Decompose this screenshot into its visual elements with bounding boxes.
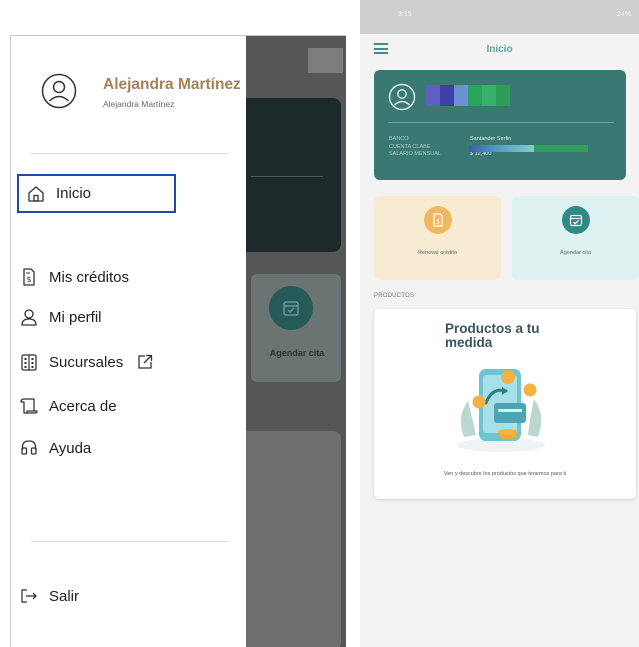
phone-payment-illustration xyxy=(446,357,556,455)
background-tile-label: Agendar cita xyxy=(269,348,325,358)
nav-item-inicio[interactable]: Inicio xyxy=(17,174,176,213)
nav-item-mis-creditos[interactable]: $ Mis créditos xyxy=(18,263,129,291)
nav-item-mi-perfil[interactable]: Mi perfil xyxy=(18,303,102,331)
nav-item-label: Inicio xyxy=(56,185,92,202)
logout-icon xyxy=(18,585,40,607)
nav-item-label: Mis créditos xyxy=(49,268,130,286)
renew-credit-button[interactable]: $ Renovar crédito xyxy=(374,196,501,280)
home-screen: 3:15 24% Inicio BANCO CUENTA CLABE SALAR… xyxy=(360,0,639,647)
avatar-icon xyxy=(41,73,77,109)
user-subtitle: Alejandra Martínez xyxy=(103,99,175,109)
renew-document-icon: $ xyxy=(423,206,452,234)
headset-icon xyxy=(18,437,40,459)
footer-divider xyxy=(31,541,229,542)
page-title: Inicio xyxy=(486,44,513,55)
nav-item-ayuda[interactable]: Ayuda xyxy=(18,434,91,462)
avatar-icon xyxy=(388,83,416,111)
nav-item-label: Ayuda xyxy=(49,439,92,457)
redacted-clabe-2 xyxy=(534,145,588,152)
calendar-icon xyxy=(561,206,590,234)
product-card[interactable]: Productos a tu medida Ven y descubre los… xyxy=(374,309,636,499)
scroll-icon xyxy=(18,395,40,417)
nav-item-sucursales[interactable]: Sucursales xyxy=(18,348,153,376)
battery-level: 24% xyxy=(616,11,631,18)
nav-item-acerca-de[interactable]: Acerca de xyxy=(18,392,117,420)
salary-label: SALARIO MENSUAL xyxy=(389,151,441,157)
nav-item-label: Mi perfil xyxy=(49,308,102,326)
redacted-name xyxy=(426,85,510,106)
section-title: PRODUCTOS xyxy=(374,293,415,299)
external-link-icon xyxy=(137,354,153,370)
background-card-divider xyxy=(251,176,323,177)
drawer-screen: Agendar cita Alejandra Martínez Alejandr… xyxy=(10,35,346,647)
account-card: BANCO CUENTA CLABE SALARIO MENSUAL Santa… xyxy=(374,70,626,180)
status-time: 3:15 xyxy=(398,11,412,18)
product-subtitle: Ven y descubre los productos que tenemos… xyxy=(443,471,567,477)
header-divider xyxy=(31,153,229,154)
account-labels: BANCO CUENTA CLABE SALARIO MENSUAL xyxy=(389,136,441,159)
clabe-label: CUENTA CLABE xyxy=(389,143,431,150)
svg-text:$: $ xyxy=(436,219,440,226)
bank-label: BANCO xyxy=(389,136,409,142)
logout-label: Salir xyxy=(49,587,80,605)
redacted-clabe xyxy=(469,145,537,152)
user-name: Alejandra Martínez xyxy=(103,76,241,93)
salary-value: $ 12,400 xyxy=(470,151,492,157)
svg-text:$: $ xyxy=(26,275,31,284)
nav-item-label: Acerca de xyxy=(49,397,117,415)
tile-label: Agendar cita xyxy=(560,250,591,256)
schedule-appointment-button[interactable]: Agendar cita xyxy=(512,196,639,280)
credit-document-icon: $ xyxy=(18,266,40,288)
background-calendar-icon xyxy=(269,286,313,330)
background-header-element xyxy=(308,48,343,73)
tile-label: Renovar crédito xyxy=(418,250,457,256)
product-title: Productos a tu medida xyxy=(445,321,540,350)
nav-item-label: Sucursales xyxy=(49,353,124,371)
building-icon xyxy=(18,351,40,373)
navigation-drawer: Alejandra Martínez Alejandra Martínez In… xyxy=(11,36,246,647)
home-icon xyxy=(25,183,47,205)
logout-button[interactable]: Salir xyxy=(18,582,79,610)
status-bar: 3:15 24% xyxy=(360,0,639,34)
person-icon xyxy=(18,306,40,328)
account-divider xyxy=(388,122,614,123)
bank-value: Santander Serfin xyxy=(470,136,512,142)
app-bar: Inicio xyxy=(360,34,639,64)
